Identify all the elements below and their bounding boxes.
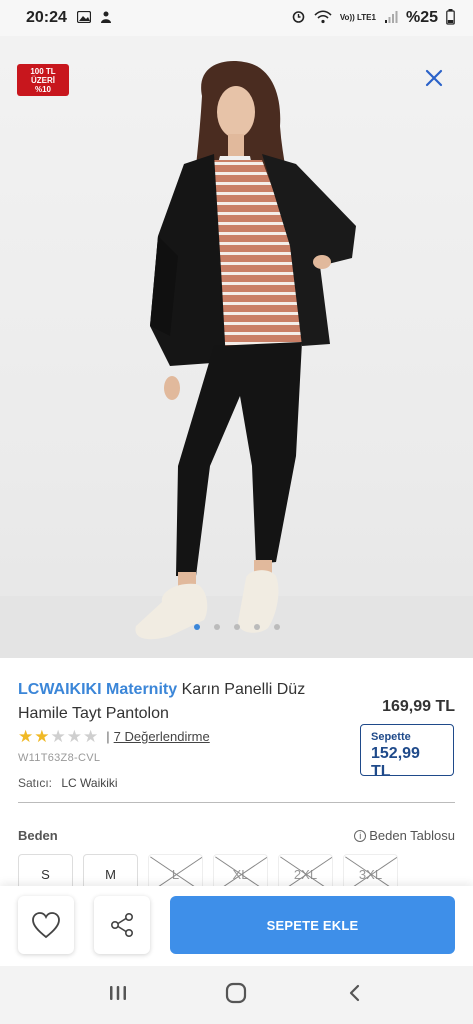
size-heading: Beden xyxy=(18,828,58,843)
wifi-icon xyxy=(314,9,332,27)
carousel-dots xyxy=(0,624,473,630)
divider xyxy=(18,802,455,803)
star-icon: ★ xyxy=(34,727,50,746)
size-label: 3XL xyxy=(358,866,383,882)
badge-line-2: ÜZERİ xyxy=(31,76,55,85)
carousel-dot[interactable] xyxy=(213,624,220,630)
recent-apps-icon xyxy=(110,985,127,1000)
rating-separator: | xyxy=(106,729,110,744)
signal-icon xyxy=(384,10,398,27)
cart-price-value: 152,99 TL xyxy=(371,745,420,780)
status-time: 20:24 xyxy=(26,9,67,26)
seller-info: Satıcı: LC Waikiki xyxy=(18,776,118,790)
seller-label: Satıcı: xyxy=(18,776,53,790)
gallery-icon xyxy=(76,10,92,26)
carousel-dot[interactable] xyxy=(193,624,200,630)
badge-line-3: %10 xyxy=(34,85,51,94)
back-button[interactable] xyxy=(345,983,365,1008)
alarm-icon xyxy=(291,9,306,27)
battery-text: %25 xyxy=(405,9,438,26)
system-nav-bar xyxy=(0,966,473,1024)
network-label: Vo)) LTE1 xyxy=(339,13,376,22)
product-brand[interactable]: LCWAIKIKI Maternity xyxy=(18,681,177,698)
close-icon xyxy=(425,69,443,87)
home-button[interactable] xyxy=(224,981,248,1010)
seller-name[interactable]: LC Waikiki xyxy=(61,776,117,790)
recent-apps-button[interactable] xyxy=(108,983,128,1008)
action-bar: SEPETE EKLE xyxy=(0,886,473,966)
cart-price-box: Sepette 152,99 TL xyxy=(360,724,454,780)
notification-icon xyxy=(99,10,113,27)
carousel-dot[interactable] xyxy=(253,624,260,630)
product-price: 169,99 TL xyxy=(382,698,455,715)
product-title: LCWAIKIKI Maternity Karın Panelli Düz Ha… xyxy=(18,678,348,726)
favorite-button[interactable] xyxy=(18,896,74,954)
share-icon xyxy=(110,912,134,937)
status-right: Vo)) LTE1 %25 xyxy=(291,8,455,28)
back-icon xyxy=(349,984,359,1001)
heart-icon xyxy=(32,912,60,939)
star-icon: ★ xyxy=(83,727,99,746)
rating-stars: ★ ★ ★ ★ ★ xyxy=(18,728,98,745)
status-bar: 20:24 Vo)) LTE1 %25 xyxy=(0,0,473,36)
battery-icon xyxy=(446,8,455,28)
size-label: S xyxy=(41,866,50,882)
size-guide-link[interactable]: i Beden Tablosu xyxy=(354,828,455,843)
size-guide-label: Beden Tablosu xyxy=(369,828,455,843)
home-icon xyxy=(226,982,247,1003)
close-button[interactable] xyxy=(420,64,448,92)
size-label: XL xyxy=(232,866,249,882)
product-image-carousel[interactable]: 100 TL ÜZERİ %10 xyxy=(0,36,473,658)
star-icon: ★ xyxy=(66,727,82,746)
discount-badge: 100 TL ÜZERİ %10 xyxy=(17,64,69,96)
badge-line-1: 100 TL xyxy=(30,67,56,76)
rating: ★ ★ ★ ★ ★ | 7 Değerlendirme xyxy=(18,728,210,745)
size-label: M xyxy=(105,866,116,882)
cart-price-label: Sepette xyxy=(371,731,411,743)
product-sku: W11T63Z8-CVL xyxy=(18,752,101,764)
star-icon: ★ xyxy=(18,727,34,746)
info-icon: i xyxy=(354,829,367,842)
size-label: L xyxy=(171,866,180,882)
add-to-cart-button[interactable]: SEPETE EKLE xyxy=(170,896,455,954)
product-photo xyxy=(0,61,473,658)
reviews-link[interactable]: 7 Değerlendirme xyxy=(114,729,210,744)
size-label: 2XL xyxy=(293,866,318,882)
star-icon: ★ xyxy=(50,727,66,746)
carousel-dot[interactable] xyxy=(273,624,280,630)
share-button[interactable] xyxy=(94,896,150,954)
carousel-dot[interactable] xyxy=(233,624,240,630)
